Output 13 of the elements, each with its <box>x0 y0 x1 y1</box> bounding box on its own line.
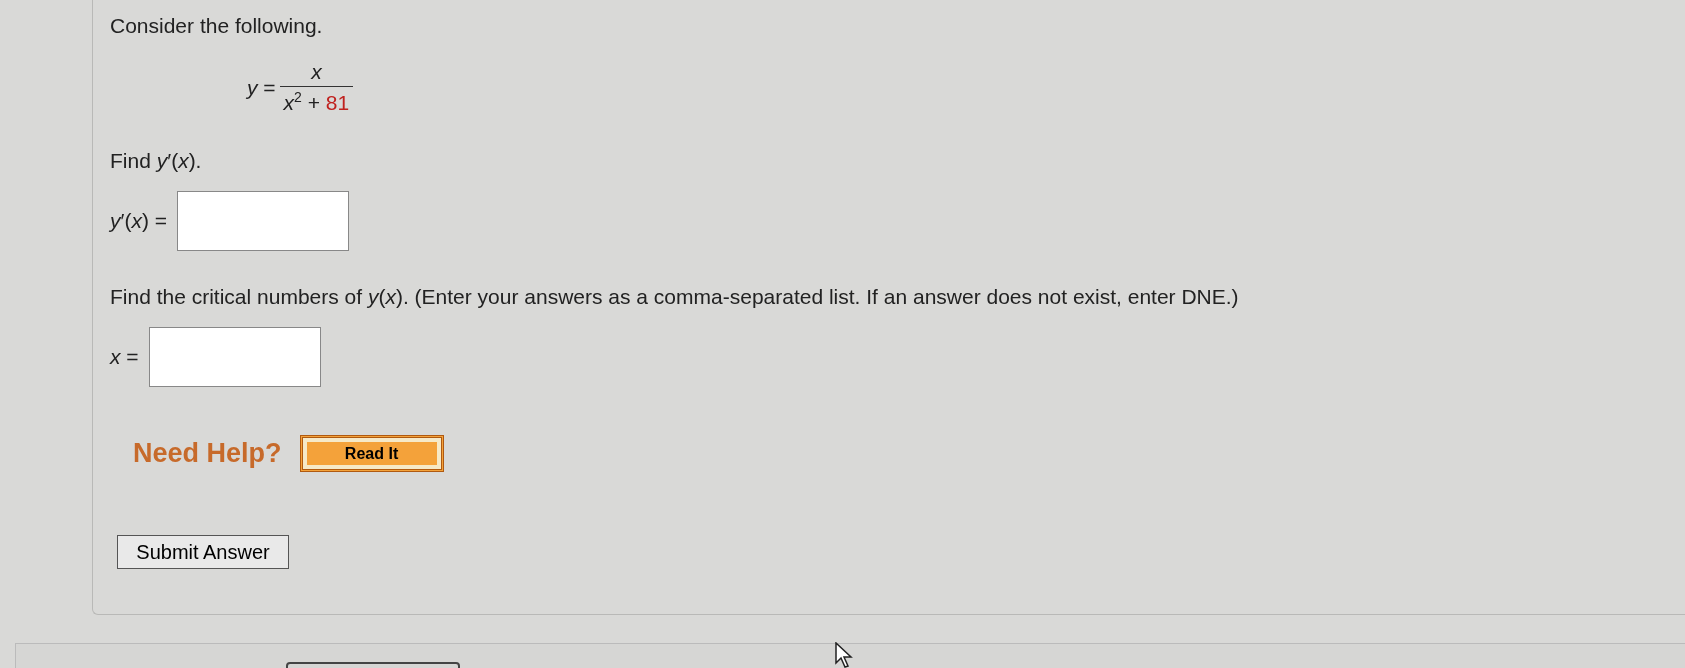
answer-label: x = <box>110 345 139 369</box>
answer-field[interactable] <box>177 191 350 251</box>
question-prompt: Find the critical numbers of y(x). (Enter your answers as a comma-separated list. If an answer does not exist, enter DNE.) <box>110 285 1240 309</box>
need-help-label: Need Help? <box>133 438 282 469</box>
mouse-cursor-icon <box>835 642 853 668</box>
answer-label: y′(x) = <box>110 209 168 233</box>
question-prompt: Find y′(x). <box>110 149 203 173</box>
submit-answer-button[interactable]: Submit Answer <box>117 535 289 569</box>
answer-field[interactable] <box>148 327 321 387</box>
equation-lhs: y = <box>247 75 276 100</box>
fraction: x x$^{2}$ + 81 <box>283 60 350 115</box>
read-it-button[interactable]: Read It <box>299 435 444 472</box>
question-text: Consider the following. <box>110 14 324 38</box>
